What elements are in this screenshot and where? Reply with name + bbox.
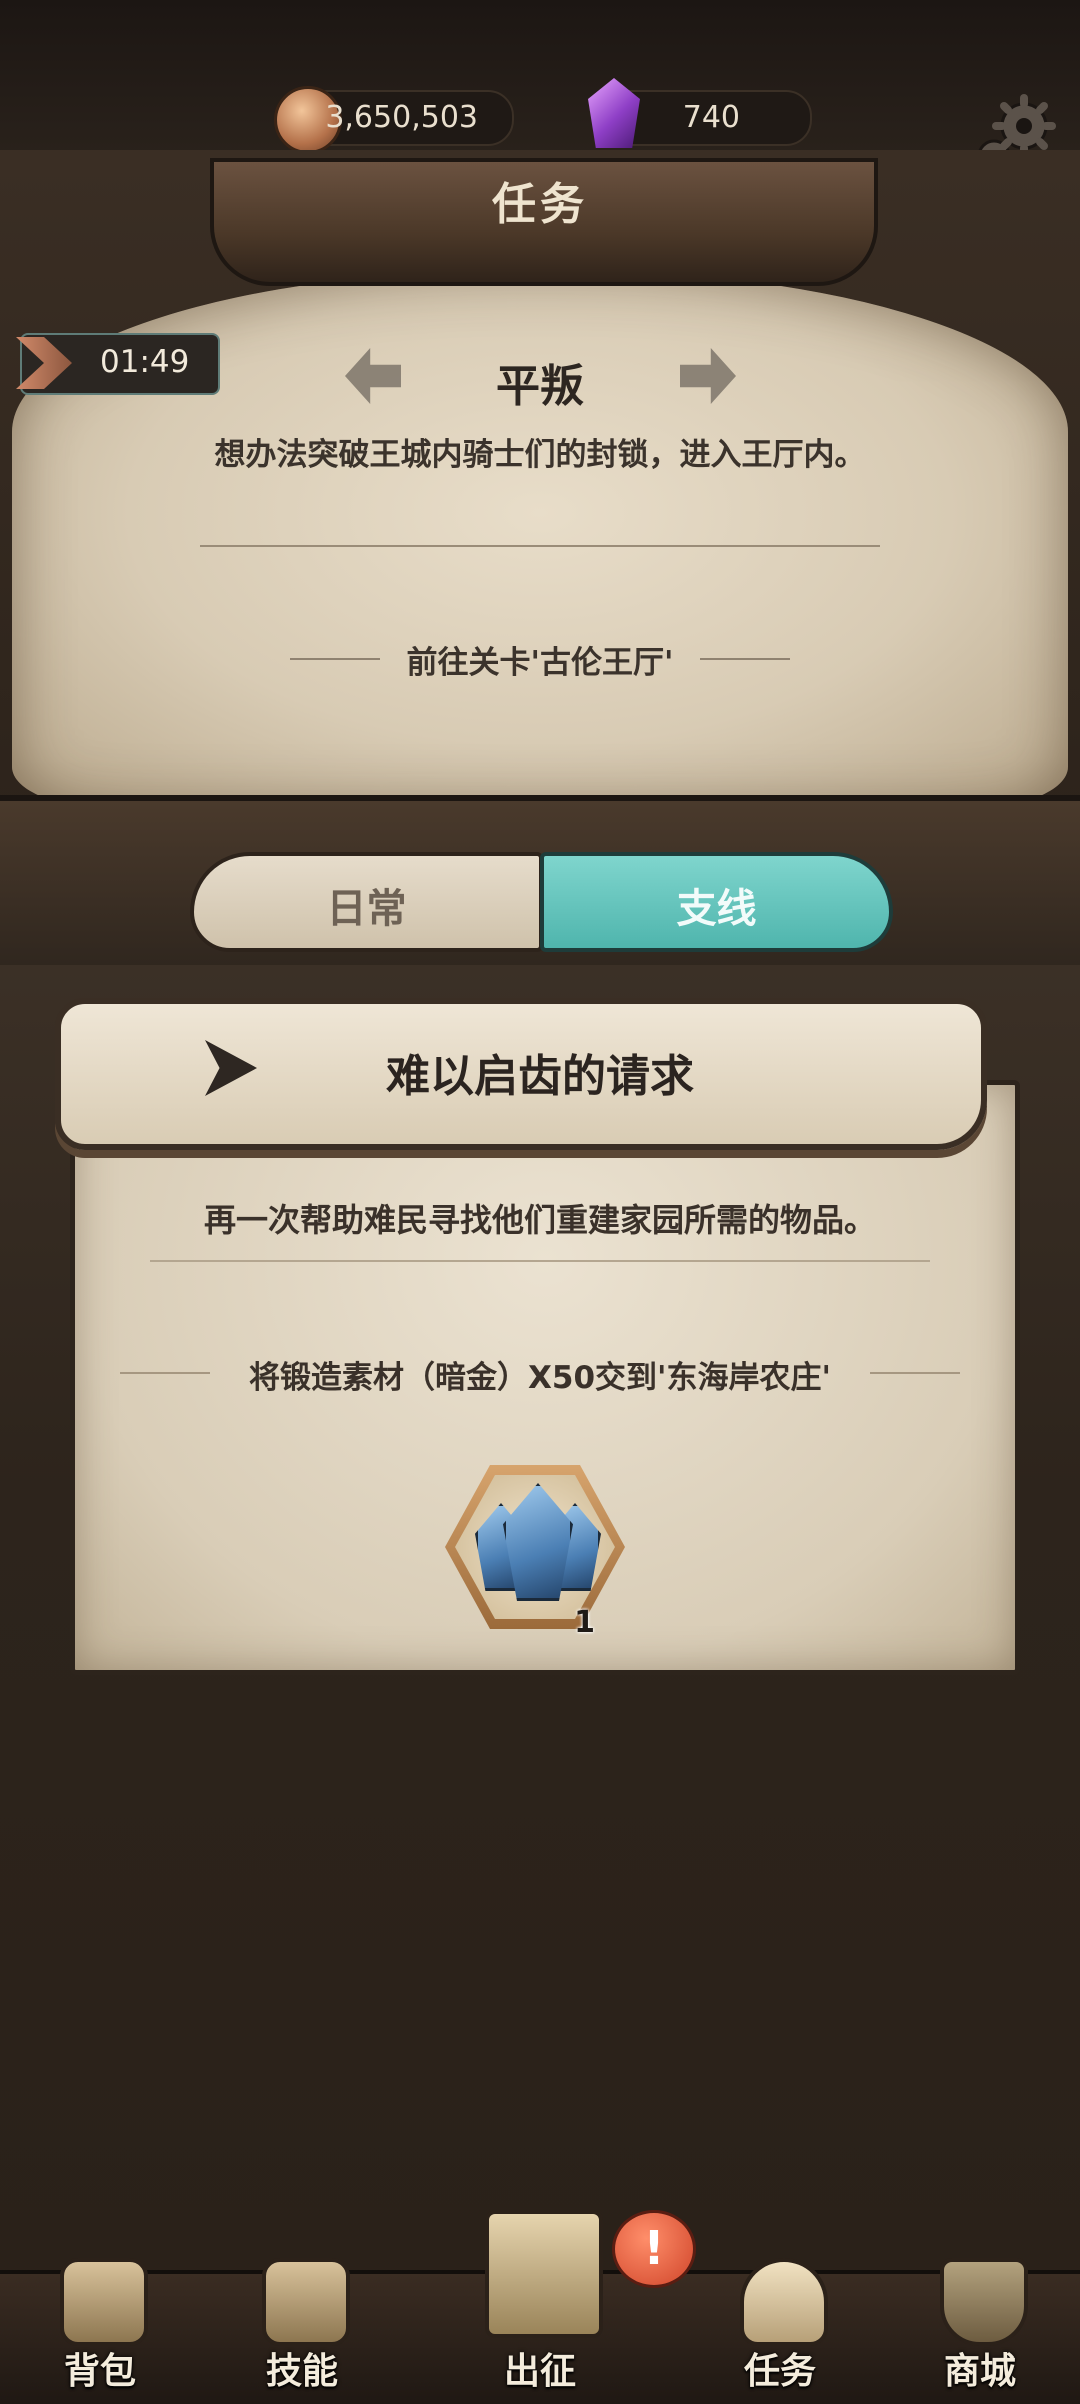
nav-label: 出征 (503, 2351, 576, 2392)
reward-quantity: 1 (574, 1605, 595, 1640)
alert-badge: ! (612, 2210, 696, 2288)
coin-counter[interactable]: 3,650,503 (274, 86, 514, 154)
gem-counter[interactable]: 740 (588, 78, 812, 148)
map-sword-icon (485, 2210, 603, 2338)
shop-crest-icon (940, 2258, 1028, 2346)
nav-label: 任务 (743, 2351, 816, 2392)
nav-label: 技能 (265, 2351, 338, 2392)
page-title: 任务 (492, 179, 588, 230)
main-quest-title: 平叛 (496, 361, 584, 412)
divider (150, 1260, 930, 1262)
reward-item[interactable]: 1 (445, 1465, 625, 1640)
tab-side-quests[interactable]: 支线 (540, 852, 893, 952)
nav-backpack[interactable]: 背包 (20, 2250, 180, 2400)
nav-shop[interactable]: 商城 (900, 2250, 1060, 2400)
tab-daily[interactable]: 日常 (190, 852, 543, 952)
gem-amount: 740 (682, 100, 740, 135)
divider (200, 545, 880, 547)
main-quest-description: 想办法突破王城内骑士们的封锁，进入王厅内。 (214, 437, 866, 473)
tab-daily-label: 日常 (326, 886, 407, 932)
nav-label: 背包 (63, 2351, 136, 2392)
side-quest-title: 难以启齿的请求 (386, 1051, 694, 1102)
top-resource-bar (0, 0, 1080, 170)
main-quest-objective[interactable]: 前往关卡'古伦王厅' (0, 637, 1080, 682)
nav-quests[interactable]: 任务 (700, 2250, 860, 2400)
nav-expedition[interactable]: 出征 (460, 2210, 620, 2400)
coin-amount: 3,650,503 (325, 100, 478, 135)
nav-label: 商城 (943, 2351, 1016, 2392)
side-quest-objective: 将锻造素材（暗金）X50交到'东海岸农庄' (248, 1360, 832, 1396)
side-quest-description: 再一次帮助难民寻找他们重建家园所需的物品。 (203, 1201, 876, 1239)
horn-icon (740, 2258, 828, 2346)
backpack-icon (60, 2258, 148, 2346)
nav-skills[interactable]: 技能 (222, 2250, 382, 2400)
skill-book-icon (262, 2258, 350, 2346)
tab-side-quests-label: 支线 (676, 886, 757, 932)
